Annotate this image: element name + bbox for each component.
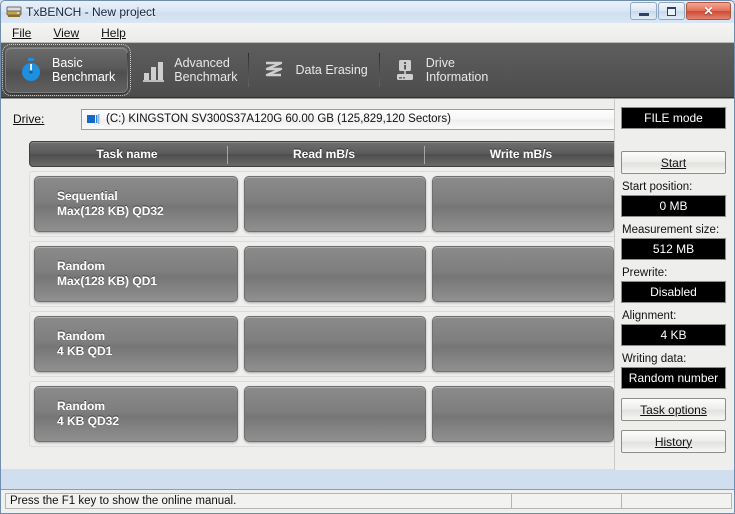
task-name-cell[interactable]: Random 4 KB QD32: [34, 386, 238, 442]
read-result-cell[interactable]: [244, 316, 426, 372]
task-name-line1: Random: [57, 399, 105, 413]
close-icon: ✕: [703, 4, 714, 18]
task-options-label: Task options: [640, 402, 707, 417]
task-name-line2: 4 KB QD32: [57, 414, 120, 428]
tab-driveinfo-line1: Drive: [425, 56, 455, 70]
prewrite-value[interactable]: Disabled: [621, 281, 726, 303]
tab-erasing-line1: Data Erasing: [295, 63, 368, 77]
tab-advanced-line2: Benchmark: [174, 70, 238, 84]
table-header-row: Task name Read mB/s Write mB/s: [29, 141, 619, 167]
drive-small-icon: [86, 113, 101, 126]
menu-file-label: File: [12, 25, 32, 40]
measurement-size-label: Measurement size:: [622, 224, 720, 236]
table-row: Random 4 KB QD1: [29, 311, 619, 377]
history-label: History: [654, 434, 693, 449]
write-result-cell[interactable]: [432, 176, 614, 232]
stopwatch-icon: [18, 56, 44, 84]
history-button[interactable]: History: [621, 430, 726, 453]
window-title: TxBENCH - New project: [26, 5, 156, 19]
tab-advanced-benchmark[interactable]: Advanced Benchmark: [127, 47, 249, 93]
task-name-cell[interactable]: Random Max(128 KB) QD1: [34, 246, 238, 302]
status-message: Press the F1 key to show the online manu…: [5, 493, 512, 509]
menu-item-file[interactable]: File: [9, 25, 34, 41]
menu-view-label: View: [53, 25, 80, 40]
menu-item-help[interactable]: Help: [98, 25, 129, 41]
start-position-value[interactable]: 0 MB: [621, 195, 726, 217]
task-name-line1: Random: [57, 329, 105, 343]
column-header-write: Write mB/s: [424, 142, 618, 166]
read-result-cell[interactable]: [244, 386, 426, 442]
task-name-line1: Sequential: [57, 189, 118, 203]
drive-select[interactable]: (C:) KINGSTON SV300S37A120G 60.00 GB (12…: [81, 108, 696, 130]
task-name-cell[interactable]: Sequential Max(128 KB) QD32: [34, 176, 238, 232]
task-name-cell[interactable]: Random 4 KB QD1: [34, 316, 238, 372]
measurement-size-value[interactable]: 512 MB: [621, 238, 726, 260]
tab-data-erasing[interactable]: Data Erasing: [248, 47, 379, 93]
hard-drive-icon: [5, 4, 23, 20]
menu-bar: File View Help: [1, 23, 734, 43]
task-name-line1: Random: [57, 259, 105, 273]
read-result-cell[interactable]: [244, 246, 426, 302]
content-area: Drive: (C:) KINGSTON SV300S37A120G 60.00…: [1, 98, 734, 470]
task-options-button[interactable]: Task options: [621, 398, 726, 421]
maximize-icon: [667, 6, 676, 16]
writing-data-value[interactable]: Random number: [621, 367, 726, 389]
tab-advanced-benchmark-label: Advanced Benchmark: [174, 56, 237, 84]
tab-basic-line1: Basic: [52, 56, 83, 70]
task-name-line2: Max(128 KB) QD32: [57, 204, 164, 218]
status-panel-3: [622, 493, 732, 509]
tab-advanced-line1: Advanced: [174, 56, 230, 70]
menu-item-view[interactable]: View: [50, 25, 82, 41]
write-result-cell[interactable]: [432, 386, 614, 442]
column-header-read: Read mB/s: [227, 142, 421, 166]
start-button-label: Start: [660, 155, 687, 170]
bar-chart-icon: [140, 56, 166, 84]
drive-label-text: Drive:: [13, 112, 45, 126]
tab-data-erasing-label: Data Erasing: [295, 63, 367, 77]
txbench-window: TxBENCH - New project ✕ File View Help B…: [0, 0, 735, 514]
read-result-cell[interactable]: [244, 176, 426, 232]
maximize-button[interactable]: [658, 2, 685, 20]
tab-drive-information[interactable]: Drive Information: [378, 47, 501, 93]
close-button[interactable]: ✕: [686, 2, 731, 20]
alignment-label: Alignment:: [622, 310, 677, 322]
alignment-value[interactable]: 4 KB: [621, 324, 726, 346]
drive-info-icon: [392, 56, 418, 84]
prewrite-label: Prewrite:: [622, 267, 668, 279]
table-row: Random Max(128 KB) QD1: [29, 241, 619, 307]
drive-label: Drive:: [13, 112, 75, 126]
title-bar: TxBENCH - New project ✕: [1, 1, 734, 23]
write-result-cell[interactable]: [432, 316, 614, 372]
start-button[interactable]: Start: [621, 151, 726, 174]
start-position-label: Start position:: [622, 181, 693, 193]
write-result-cell[interactable]: [432, 246, 614, 302]
drive-value: (C:) KINGSTON SV300S37A120G 60.00 GB (12…: [106, 113, 451, 125]
tab-drive-information-label: Drive Information: [426, 56, 489, 84]
minimize-icon: [638, 12, 649, 16]
tab-basic-benchmark[interactable]: Basic Benchmark: [1, 44, 132, 96]
writing-data-label: Writing data:: [622, 353, 687, 365]
minimize-button[interactable]: [630, 2, 657, 20]
task-name-line2: Max(128 KB) QD1: [57, 274, 158, 288]
options-sidebar: FILE mode Start Start position: 0 MB Mea…: [614, 99, 734, 470]
file-mode-indicator[interactable]: FILE mode: [621, 107, 726, 129]
tab-driveinfo-line2: Information: [425, 70, 489, 84]
table-row: Random 4 KB QD32: [29, 381, 619, 447]
status-panel-2: [512, 493, 622, 509]
menu-help-label: Help: [101, 25, 126, 40]
task-name-line2: 4 KB QD1: [57, 344, 113, 358]
table-row: Sequential Max(128 KB) QD32: [29, 171, 619, 237]
tab-basic-line2: Benchmark: [52, 70, 116, 84]
window-controls: ✕: [630, 2, 731, 20]
column-header-task-name: Task name: [96, 147, 158, 161]
tab-basic-benchmark-label: Basic Benchmark: [52, 56, 115, 84]
status-bar: Press the F1 key to show the online manu…: [1, 489, 734, 513]
shred-icon: [261, 56, 287, 84]
tab-strip: Basic Benchmark Advanced Benchmark Data …: [1, 43, 734, 98]
